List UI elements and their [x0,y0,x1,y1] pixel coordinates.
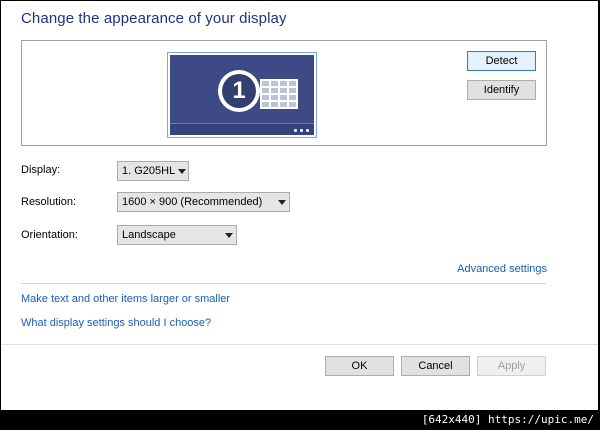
display-select[interactable]: 1. G205HL [117,161,189,181]
monitor-number-badge: 1 [218,70,260,112]
advanced-settings-link[interactable]: Advanced settings [457,263,547,275]
orientation-select[interactable]: Landscape [117,225,237,245]
identify-button[interactable]: Identify [467,80,536,100]
taskbar-dots-icon [294,129,309,132]
what-display-settings-link[interactable]: What display settings should I choose? [21,317,211,329]
display-settings-window: Change the appearance of your display 1 [1,1,598,410]
resolution-label: Resolution: [21,196,77,208]
chevron-down-icon [175,162,188,180]
display-preview-area: 1 Detect Identify [21,40,547,146]
ok-button[interactable]: OK [325,356,394,376]
display-label: Display: [21,164,61,176]
resolution-select[interactable]: 1600 × 900 (Recommended) [117,192,290,212]
start-screen-tiles-icon [260,79,298,109]
make-text-larger-link[interactable]: Make text and other items larger or smal… [21,293,230,305]
monitor-taskbar [170,123,314,135]
page-title: Change the appearance of your display [21,10,287,27]
cancel-button[interactable]: Cancel [401,356,470,376]
chevron-down-icon [222,226,236,244]
image-host-watermark: [642x440] https://upic.me/ [417,411,598,428]
detect-button[interactable]: Detect [467,51,536,71]
chevron-down-icon [275,193,289,211]
monitor-number: 1 [222,74,256,108]
monitor-1-tile[interactable]: 1 [167,52,317,138]
display-select-value: 1. G205HL [122,165,176,177]
resolution-select-value: 1600 × 900 (Recommended) [122,196,263,208]
divider [21,283,546,284]
orientation-label: Orientation: [21,229,78,241]
orientation-select-value: Landscape [122,229,176,241]
apply-button[interactable]: Apply [477,356,546,376]
footer-divider [1,344,598,345]
monitor-icon: 1 [170,55,314,135]
